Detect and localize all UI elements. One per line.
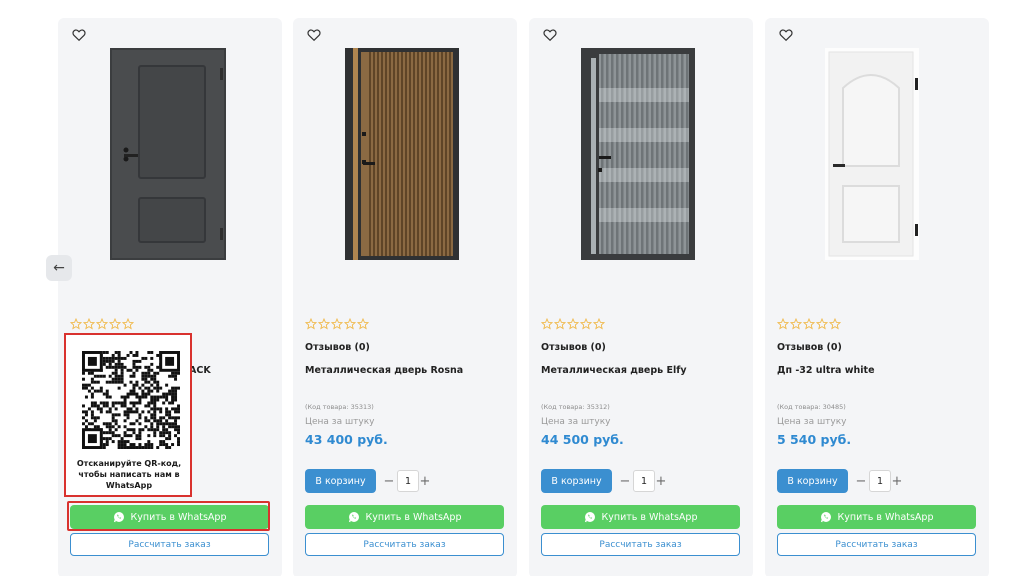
product-code: (Код товара: 35312)	[541, 403, 610, 411]
carousel-prev-button[interactable]: ←	[46, 255, 72, 281]
star-outline-icon[interactable]	[541, 318, 553, 330]
star-outline-icon[interactable]	[305, 318, 317, 330]
arrow-left-icon: ←	[53, 260, 65, 276]
product-name[interactable]: Металлическая дверь Elfy	[541, 365, 687, 376]
whatsapp-buy-label: Купить в WhatsApp	[837, 511, 934, 523]
qty-increase-button[interactable]: +	[655, 470, 667, 492]
star-outline-icon[interactable]	[554, 318, 566, 330]
add-to-cart-button[interactable]: В корзину	[777, 469, 848, 493]
star-outline-icon[interactable]	[803, 318, 815, 330]
star-outline-icon[interactable]	[109, 318, 121, 330]
star-outline-icon[interactable]	[357, 318, 369, 330]
whatsapp-buy-label: Купить в WhatsApp	[130, 511, 227, 523]
whatsapp-buy-button[interactable]: Купить в WhatsApp	[777, 505, 976, 529]
reviews-count[interactable]: Отзывов (0)	[541, 342, 606, 353]
rating-stars[interactable]	[70, 318, 134, 330]
qty-decrease-button[interactable]: −	[619, 470, 631, 492]
qty-increase-button[interactable]: +	[891, 470, 903, 492]
product-card: Отзывов (0) Металлическая дверь Elfy (Ко…	[529, 18, 753, 576]
star-outline-icon[interactable]	[344, 318, 356, 330]
star-outline-icon[interactable]	[567, 318, 579, 330]
calculate-order-button[interactable]: Рассчитать заказ	[777, 533, 976, 556]
product-code: (Код товара: 30485)	[777, 403, 846, 411]
whatsapp-icon	[113, 511, 125, 523]
whatsapp-buy-label: Купить в WhatsApp	[601, 511, 698, 523]
whatsapp-icon	[820, 511, 832, 523]
whatsapp-buy-button[interactable]: Купить в WhatsApp	[70, 505, 269, 529]
add-to-cart-button[interactable]: В корзину	[541, 469, 612, 493]
whatsapp-buy-button[interactable]: Купить в WhatsApp	[305, 505, 504, 529]
product-image-door-dark[interactable]	[110, 48, 226, 260]
price-unit-label: Цена за штуку	[777, 417, 847, 427]
calculate-order-button[interactable]: Рассчитать заказ	[70, 533, 269, 556]
star-outline-icon[interactable]	[790, 318, 802, 330]
calculate-order-button[interactable]: Рассчитать заказ	[305, 533, 504, 556]
quantity-input[interactable]	[397, 470, 419, 492]
price-unit-label: Цена за штуку	[305, 417, 375, 427]
star-outline-icon[interactable]	[70, 318, 82, 330]
whatsapp-icon	[584, 511, 596, 523]
product-price: 43 400 руб.	[305, 432, 388, 447]
star-outline-icon[interactable]	[777, 318, 789, 330]
heart-outline-icon[interactable]	[72, 28, 86, 42]
whatsapp-buy-label: Купить в WhatsApp	[365, 511, 462, 523]
star-outline-icon[interactable]	[829, 318, 841, 330]
heart-outline-icon[interactable]	[779, 28, 793, 42]
star-outline-icon[interactable]	[122, 318, 134, 330]
star-outline-icon[interactable]	[318, 318, 330, 330]
qr-code-image	[82, 351, 180, 449]
qr-popup-text: Отсканируйте QR-код, чтобы написать нам …	[76, 459, 182, 490]
whatsapp-qr-popup: Отсканируйте QR-код, чтобы написать нам …	[64, 333, 192, 497]
rating-stars[interactable]	[305, 318, 369, 330]
product-price: 5 540 руб.	[777, 432, 852, 447]
product-name[interactable]: Дп -32 ultra white	[777, 365, 875, 376]
price-unit-label: Цена за штуку	[541, 417, 611, 427]
add-to-cart-button[interactable]: В корзину	[305, 469, 376, 493]
calculate-order-button[interactable]: Рассчитать заказ	[541, 533, 740, 556]
quantity-input[interactable]	[633, 470, 655, 492]
product-image-door-wood[interactable]	[345, 48, 459, 260]
whatsapp-buy-button[interactable]: Купить в WhatsApp	[541, 505, 740, 529]
star-outline-icon[interactable]	[580, 318, 592, 330]
product-carousel: ACK Купить в WhatsApp Рассчитать заказ О…	[0, 0, 1024, 576]
star-outline-icon[interactable]	[816, 318, 828, 330]
star-outline-icon[interactable]	[96, 318, 108, 330]
star-outline-icon[interactable]	[83, 318, 95, 330]
product-name[interactable]: ACK	[189, 365, 211, 376]
qty-decrease-button[interactable]: −	[855, 470, 867, 492]
quantity-input[interactable]	[869, 470, 891, 492]
product-price: 44 500 руб.	[541, 432, 624, 447]
product-image-door-white[interactable]	[825, 48, 919, 260]
star-outline-icon[interactable]	[593, 318, 605, 330]
product-name[interactable]: Металлическая дверь Rosna	[305, 365, 463, 376]
heart-outline-icon[interactable]	[543, 28, 557, 42]
reviews-count[interactable]: Отзывов (0)	[305, 342, 370, 353]
rating-stars[interactable]	[541, 318, 605, 330]
product-code: (Код товара: 35313)	[305, 403, 374, 411]
qty-increase-button[interactable]: +	[419, 470, 431, 492]
product-card: Отзывов (0) Дп -32 ultra white (Код това…	[765, 18, 989, 576]
whatsapp-icon	[348, 511, 360, 523]
product-card: Отзывов (0) Металлическая дверь Rosna (К…	[293, 18, 517, 576]
rating-stars[interactable]	[777, 318, 841, 330]
star-outline-icon[interactable]	[331, 318, 343, 330]
qty-decrease-button[interactable]: −	[383, 470, 395, 492]
reviews-count[interactable]: Отзывов (0)	[777, 342, 842, 353]
product-image-door-grey[interactable]	[581, 48, 695, 260]
heart-outline-icon[interactable]	[307, 28, 321, 42]
